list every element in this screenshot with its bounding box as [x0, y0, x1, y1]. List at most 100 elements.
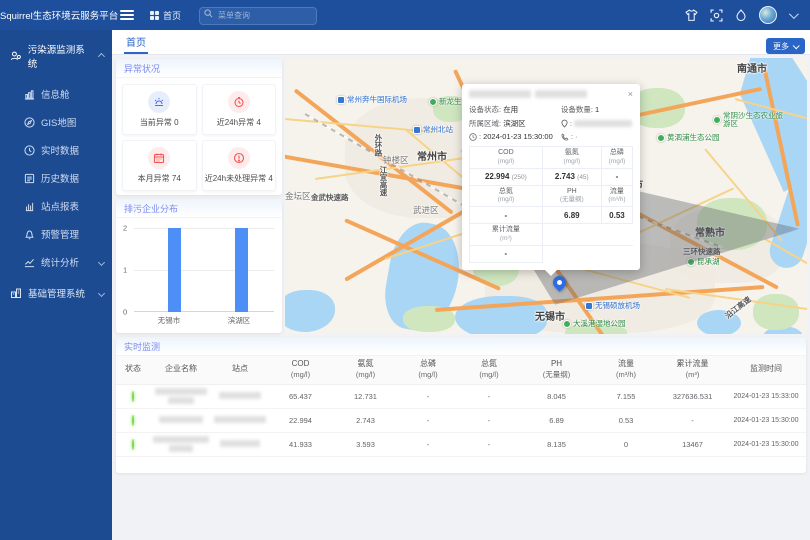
chevron-up-icon — [98, 52, 105, 59]
location-icon — [561, 119, 568, 128]
stat-card-current-abnormal[interactable]: 当前异常 0 — [122, 84, 197, 135]
table-row[interactable]: 41.933 3.593 - - 8.135 0 13467 2024-01-2… — [116, 432, 806, 456]
device-count-label: 设备数量: — [561, 105, 593, 114]
theme-skin-icon[interactable] — [685, 9, 698, 22]
stat-label: 本月异常 — [138, 174, 170, 183]
abnormal-status-panel: 异常状况 当前异常 0 近24h异常 4 — [116, 59, 282, 195]
sidebar-section-pollution[interactable]: 污染源监测系统 — [0, 30, 112, 80]
sidebar-section-label: 污染源监测系统 — [28, 42, 93, 70]
sidebar-item-label: 统计分析 — [41, 255, 79, 269]
stat-value: 74 — [172, 174, 181, 183]
table-header-row: 状态 企业名称 站点 COD(mg/l) 氨氮(mg/l) 总磷(mg/l) 总… — [116, 356, 806, 384]
table-row[interactable]: 22.994 2.743 - - 6.89 0.53 - 2024-01-23 … — [116, 408, 806, 432]
history-icon — [24, 173, 35, 184]
search-icon — [204, 9, 213, 18]
sidebar-item-label: 站点报表 — [41, 199, 79, 213]
sidebar-item-gis-map[interactable]: GIS地图 — [0, 108, 112, 136]
phone-icon — [561, 133, 569, 141]
stat-label: 近24h异常 — [217, 118, 254, 127]
compass-icon — [24, 117, 35, 128]
sidebar-section-label: 基础管理系统 — [28, 286, 85, 300]
chevron-down-icon — [98, 258, 105, 265]
apps-icon — [150, 11, 159, 20]
map-poi-park: 大溪港湿地公园 — [563, 320, 626, 328]
status-dot-green — [132, 391, 134, 402]
map-city-label: 南通市 — [737, 60, 767, 75]
map-district-label: 金坛区 — [285, 190, 311, 202]
report-icon — [24, 201, 35, 212]
sidebar-item-realtime-data[interactable]: 实时数据 — [0, 136, 112, 164]
menu-toggle-icon[interactable] — [120, 10, 134, 20]
stat-label: 近24h未处理异常 — [205, 174, 266, 183]
redacted-company-name — [469, 90, 531, 98]
trend-icon — [24, 257, 35, 268]
redacted-station — [214, 416, 266, 423]
bar-wuxi — [168, 228, 181, 312]
station-popup: × 设备状态: 在用 设备数量: 1 所属区域: 滨湖区 : : 2024-01… — [462, 84, 640, 270]
sidebar-item-dashboard[interactable]: 信息舱 — [0, 80, 112, 108]
status-dot-green — [132, 439, 134, 450]
popup-datetime: 2024-01-23 15:30:00 — [483, 132, 553, 141]
region-label: 所属区域: — [469, 119, 501, 128]
redacted-company — [159, 416, 203, 423]
y-tick: 2 — [123, 224, 127, 233]
tab-home[interactable]: 首页 — [124, 30, 148, 54]
map-district-label: 武进区 — [413, 204, 439, 216]
gis-map[interactable]: 南通市 常州市 无锡市 常熟市 张家港市 钟楼区 武进区 金坛区 外环路 金武快… — [285, 58, 807, 334]
more-button[interactable]: 更多 — [766, 38, 805, 54]
sidebar-item-statistics[interactable]: 统计分析 — [0, 248, 112, 276]
sidebar: 污染源监测系统 信息舱 GIS地图 实时数据 历史数据 站点报表 预警管理 — [0, 30, 112, 540]
status-dot-green — [132, 415, 134, 426]
bar-binhu — [235, 228, 248, 312]
stat-value: 0 — [174, 118, 178, 127]
sidebar-item-label: 预警管理 — [41, 227, 79, 241]
sidebar-item-label: 实时数据 — [41, 143, 79, 157]
stat-value: 4 — [268, 174, 272, 183]
user-avatar[interactable] — [759, 6, 777, 24]
bell-icon — [24, 229, 35, 240]
stat-card-24h-abnormal[interactable]: 近24h异常 4 — [202, 84, 277, 135]
bar-chart: 2 1 0 — [134, 228, 274, 312]
lake — [285, 290, 335, 332]
clock-icon — [24, 145, 35, 156]
app-logo: Squirrel生态环境云服务平台 — [0, 8, 112, 22]
sidebar-item-history-data[interactable]: 历史数据 — [0, 164, 112, 192]
tab-bar: 首页 更多 — [112, 30, 810, 55]
sidebar-item-label: 信息舱 — [41, 87, 70, 101]
stat-card-month-abnormal[interactable]: 本月异常 74 — [122, 140, 197, 191]
screenshot-icon[interactable] — [710, 9, 723, 22]
search-input[interactable] — [199, 7, 317, 25]
breadcrumb-home[interactable]: 首页 — [150, 9, 181, 22]
close-icon[interactable]: × — [628, 90, 633, 99]
map-poi-park: 常阴沙生态农业旅游区 — [713, 112, 789, 129]
stat-value: 4 — [256, 118, 260, 127]
warning-icon — [228, 147, 250, 169]
calendar-icon — [148, 147, 170, 169]
poi-marker-icon — [713, 116, 721, 124]
flame-icon[interactable] — [735, 9, 747, 22]
poi-marker-icon — [585, 302, 593, 310]
sidebar-item-alert-management[interactable]: 预警管理 — [0, 220, 112, 248]
poi-marker-icon — [413, 126, 421, 134]
device-status-value: 在用 — [503, 105, 518, 114]
sidebar-item-label: GIS地图 — [41, 115, 76, 129]
redacted-company-name — [535, 90, 587, 98]
redacted-company — [168, 397, 194, 404]
map-city-label: 常州市 — [417, 148, 447, 163]
redacted-company — [153, 436, 209, 443]
panel-title: 排污企业分布 — [116, 199, 282, 218]
user-menu-caret-icon[interactable] — [789, 9, 799, 19]
stat-card-unhandled-abnormal[interactable]: 近24h未处理异常 4 — [202, 140, 277, 191]
realtime-monitor-panel: 实时监测 状态 企业名称 站点 COD(mg/l) 氨氮(mg/l) 总磷(mg… — [116, 337, 806, 473]
dashboard-icon — [24, 89, 35, 100]
sidebar-section-base-system[interactable]: 基础管理系统 — [0, 276, 112, 308]
x-label: 滨湖区 — [204, 315, 274, 326]
map-poi-park: 黄泗浦生态公园 — [657, 134, 720, 142]
sidebar-item-station-report[interactable]: 站点报表 — [0, 192, 112, 220]
region-value: 滨湖区 — [503, 119, 526, 128]
table-row[interactable]: 65.437 12.731 - - 8.045 7.155 327636.531… — [116, 384, 806, 408]
map-road-label: 江宜高速 — [378, 166, 389, 196]
y-tick: 1 — [123, 266, 127, 275]
device-status-label: 设备状态: — [469, 105, 501, 114]
more-button-label: 更多 — [773, 41, 789, 52]
